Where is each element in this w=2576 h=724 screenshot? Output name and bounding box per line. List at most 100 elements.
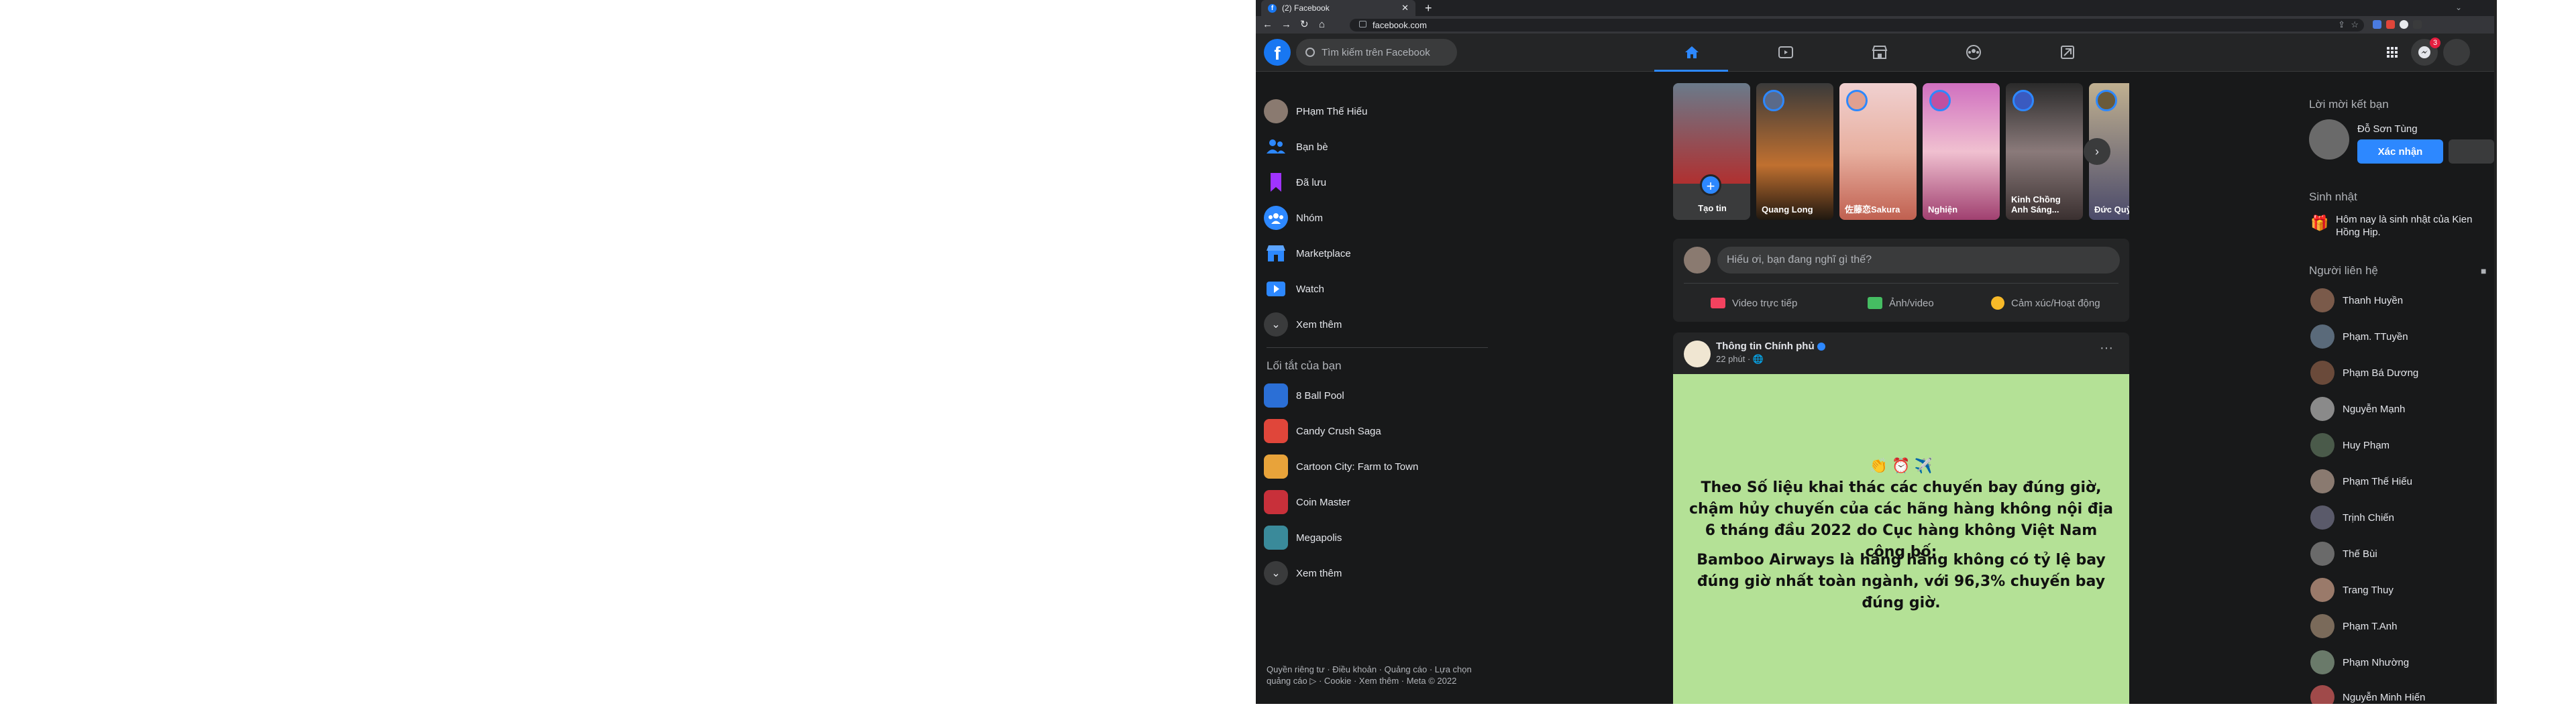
url-text: facebook.com	[1373, 20, 1427, 30]
sidebar-item-watch[interactable]: Watch	[1261, 272, 1489, 306]
contact-name: Thanh Huyền	[2343, 294, 2404, 306]
gift-icon: 🎁	[2310, 215, 2329, 231]
story-create[interactable]: + Tạo tin	[1673, 83, 1750, 220]
shortcut-label: Xem thêm	[1296, 567, 1342, 579]
tab-groups[interactable]	[1936, 34, 2010, 71]
shortcut-candy-crush[interactable]: Candy Crush Saga	[1261, 414, 1489, 448]
contact-item[interactable]: Thanh Huyền	[2308, 284, 2489, 316]
composer-input[interactable]: Hiếu ơi, bạn đang nghĩ gì thế?	[1717, 247, 2120, 274]
home-icon	[1685, 46, 1699, 58]
search-placeholder: Tìm kiếm trên Facebook	[1322, 47, 1430, 58]
sidebar-item-saved[interactable]: Đã lưu	[1261, 165, 1489, 200]
tab-title: (2) Facebook	[1282, 3, 1330, 13]
birthday-text[interactable]: Hôm nay là sinh nhật của Kien Hồng Hịp.	[2336, 213, 2490, 239]
post-author-avatar[interactable]	[1684, 341, 1711, 367]
sidebar-item-groups[interactable]: Nhóm	[1261, 200, 1489, 235]
live-video-label: Video trực tiếp	[1732, 297, 1798, 309]
live-video-button[interactable]: Video trực tiếp	[1711, 292, 1797, 314]
story-name: Đức Quỳ	[2094, 204, 2129, 215]
close-tab-icon[interactable]: ✕	[1401, 3, 1409, 13]
request-avatar[interactable]	[2309, 119, 2349, 160]
tab-marketplace[interactable]	[1842, 34, 1916, 71]
shortcut-cartoon-city[interactable]: Cartoon City: Farm to Town	[1261, 449, 1489, 484]
contact-item[interactable]: Phạm Nhường	[2308, 646, 2489, 678]
bookmark-star-icon[interactable]: ☆	[2351, 19, 2359, 30]
post-author-name[interactable]: Thông tin Chính phủ	[1716, 341, 1825, 352]
menu-grid-button[interactable]	[2379, 39, 2406, 66]
story-card[interactable]: 佐藤恋Sakura	[1839, 83, 1917, 220]
friends-icon	[1264, 135, 1288, 159]
sidebar-see-more[interactable]: ⌄ Xem thêm	[1261, 307, 1489, 342]
sidebar-item-marketplace[interactable]: Marketplace	[1261, 236, 1489, 271]
shortcut-coin-master[interactable]: Coin Master	[1261, 485, 1489, 520]
feeling-activity-button[interactable]: Cảm xúc/Hoạt động	[1991, 292, 2100, 314]
sidebar-item-profile[interactable]: PHạm Thế Hiếu	[1261, 94, 1489, 129]
reload-icon[interactable]: ↻	[1300, 19, 1309, 31]
contact-item[interactable]: Phạm T.Anh	[2308, 610, 2489, 642]
story-card[interactable]: Nghiện	[1923, 83, 2000, 220]
story-avatar	[1763, 90, 1784, 111]
sidebar-item-friends[interactable]: Bạn bè	[1261, 129, 1489, 164]
contact-item[interactable]: Phạm Bá Dương	[2308, 357, 2489, 389]
contact-item[interactable]: Nguyễn Mạnh	[2308, 393, 2489, 425]
contact-name: Thế Bùi	[2343, 548, 2377, 560]
photo-video-button[interactable]: Ảnh/video	[1868, 292, 1934, 314]
contact-avatar	[2310, 578, 2334, 602]
search-input[interactable]: Tìm kiếm trên Facebook	[1296, 39, 1457, 66]
post-timestamp[interactable]: 22 phút · 🌐	[1716, 354, 1764, 365]
sidebar-item-label: Nhóm	[1296, 212, 1324, 224]
shortcuts-see-more[interactable]: ⌄ Xem thêm	[1261, 556, 1489, 591]
saved-bookmark-icon	[1264, 170, 1288, 194]
contact-item[interactable]: Phạm. TTuyền	[2308, 320, 2489, 353]
post-image[interactable]: 👏 ⏰ ✈️ Theo Số liệu khai thác các chuyến…	[1673, 374, 2129, 704]
browser-tab[interactable]: f (2) Facebook ✕	[1261, 0, 1415, 16]
composer-avatar	[1684, 247, 1711, 274]
story-card[interactable]: Quang Long	[1756, 83, 1833, 220]
contact-item[interactable]: Trịnh Chiến	[2308, 501, 2489, 534]
footer-links[interactable]: Quyền riêng tư · Điều khoản · Quảng cáo …	[1267, 664, 1488, 686]
contact-avatar	[2310, 469, 2334, 493]
share-icon[interactable]: ⇪	[2338, 19, 2345, 30]
back-icon[interactable]: ←	[1263, 19, 1273, 31]
chevron-down-icon: ⌄	[1264, 312, 1288, 337]
feeling-smiley-icon	[1991, 296, 2004, 310]
window-edge	[2494, 0, 2497, 704]
add-story-icon: +	[1700, 174, 1721, 196]
extensions-puzzle-icon[interactable]	[2413, 20, 2422, 29]
contact-item[interactable]: Thế Bùi	[2308, 538, 2489, 570]
extension-red-icon[interactable]	[2386, 20, 2395, 29]
story-avatar	[2012, 90, 2034, 111]
tab-gaming[interactable]	[2030, 34, 2104, 71]
forward-icon[interactable]: →	[1281, 19, 1291, 31]
request-name[interactable]: Đỗ Sơn Tùng	[2357, 123, 2418, 135]
delete-request-button[interactable]	[2449, 139, 2494, 164]
contact-item[interactable]: Phạm Thế Hiếu	[2308, 465, 2489, 497]
tab-search-icon[interactable]: ⌄	[2455, 3, 2462, 12]
extension-translate-icon[interactable]	[2373, 20, 2381, 29]
post-more-options-icon[interactable]: ···	[2100, 341, 2113, 356]
extension-circle-icon[interactable]	[2400, 20, 2408, 29]
notifications-button[interactable]	[2443, 39, 2470, 66]
shortcut-8-ball-pool[interactable]: 8 Ball Pool	[1261, 378, 1489, 413]
confirm-request-button[interactable]: Xác nhận	[2357, 139, 2443, 164]
shortcut-megapolis[interactable]: Megapolis	[1261, 520, 1489, 555]
new-tab-button[interactable]: +	[1425, 1, 1432, 15]
story-card[interactable]: Kinh Chồng Anh Sáng...	[2006, 83, 2083, 220]
tab-home[interactable]	[1654, 34, 1728, 72]
contact-item[interactable]: Huy Phạm	[2308, 429, 2489, 461]
contact-item[interactable]: Nguyễn Minh Hiến	[2308, 681, 2489, 704]
stories-next-chevron-icon[interactable]: ›	[2084, 138, 2110, 165]
contact-item[interactable]: Trang Thuy	[2308, 574, 2489, 606]
game-icon	[1264, 526, 1288, 550]
contact-name: Phạm Nhường	[2343, 656, 2410, 668]
marketplace-icon	[1872, 46, 1888, 59]
facebook-logo-icon[interactable]: f	[1264, 39, 1291, 66]
video-call-icon[interactable]: ■	[2481, 265, 2486, 276]
home-icon[interactable]: ⌂	[1319, 19, 1325, 31]
shortcut-label: Candy Crush Saga	[1296, 425, 1381, 437]
live-video-icon	[1711, 298, 1725, 308]
messenger-button[interactable]: 3	[2411, 38, 2440, 66]
shortcuts-title: Lối tắt của bạn	[1267, 359, 1342, 372]
tab-watch[interactable]	[1748, 34, 1822, 71]
address-bar[interactable]: facebook.com ⇪ ☆	[1350, 19, 2364, 32]
